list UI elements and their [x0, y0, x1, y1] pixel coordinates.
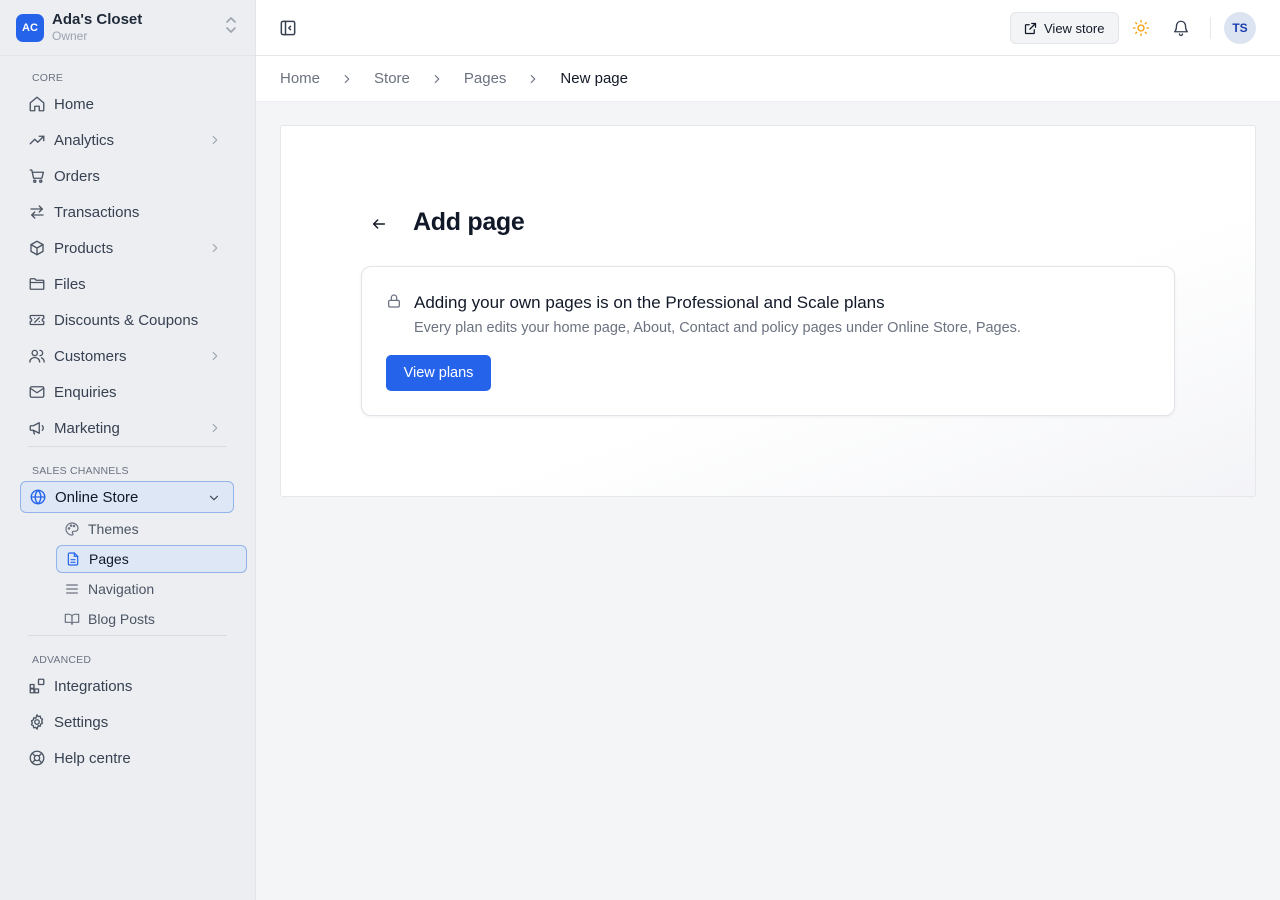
sidebar-item-label: Online Store: [55, 488, 139, 506]
sun-icon[interactable]: [1132, 19, 1150, 37]
chevron-right-icon: [430, 72, 444, 86]
sidebar-item-label: Enquiries: [54, 383, 117, 401]
section-label-sales-channels: SALES CHANNELS: [32, 465, 129, 477]
sidebar-item-discounts[interactable]: Discounts & Coupons: [20, 304, 234, 336]
sidebar-item-label: Discounts & Coupons: [54, 311, 199, 329]
section-label-advanced: ADVANCED: [32, 654, 92, 666]
sidebar-item-label: Products: [54, 239, 114, 257]
topbar-divider: [1210, 17, 1211, 39]
book-open-icon: [64, 611, 80, 627]
sidebar-item-label: Home: [54, 95, 95, 113]
breadcrumb-pages[interactable]: Pages: [464, 70, 507, 87]
store-role: Owner: [52, 29, 88, 44]
mail-icon: [28, 383, 46, 401]
folder-icon: [28, 275, 46, 293]
bell-icon[interactable]: [1172, 19, 1190, 37]
sidebar-item-label: Integrations: [54, 677, 133, 695]
chevron-down-icon: [207, 491, 221, 505]
lock-icon: [386, 293, 402, 309]
topbar: View store TS: [256, 0, 1280, 56]
sidebar-item-online-store[interactable]: Online Store: [20, 481, 234, 513]
sidebar-item-label: Transactions: [54, 203, 140, 221]
sidebar-subitem-blog-posts[interactable]: Blog Posts: [56, 605, 247, 633]
sidebar-item-label: Files: [54, 275, 86, 293]
sidebar-divider: [28, 446, 227, 447]
globe-icon: [29, 488, 47, 506]
sidebar-divider: [28, 635, 227, 636]
sidebar-subitem-label: Themes: [88, 521, 139, 537]
sidebar-item-label: Customers: [54, 347, 127, 365]
arrows-left-right-icon: [28, 203, 46, 221]
sidebar-subitem-themes[interactable]: Themes: [56, 515, 247, 543]
main-panel: Add page Adding your own pages is on the…: [280, 125, 1256, 497]
trending-up-icon: [28, 131, 46, 149]
sidebar-item-label: Analytics: [54, 131, 115, 149]
chevron-right-icon: [208, 241, 222, 255]
file-text-icon: [65, 551, 81, 567]
chevron-right-icon: [340, 72, 354, 86]
arrow-left-icon[interactable]: [371, 216, 387, 232]
breadcrumb: Home Store Pages New page: [256, 56, 1280, 102]
upsell-title: Adding your own pages is on the Professi…: [414, 293, 885, 312]
external-link-icon: [1023, 21, 1044, 36]
sidebar-toggle-icon[interactable]: [278, 18, 298, 38]
chevron-right-icon: [208, 349, 222, 363]
palette-icon: [64, 521, 80, 537]
gear-icon: [28, 713, 46, 731]
upsell-description: Every plan edits your home page, About, …: [414, 320, 1021, 336]
sidebar-item-help-centre[interactable]: Help centre: [20, 742, 234, 774]
sidebar-item-transactions[interactable]: Transactions: [20, 196, 234, 228]
blocks-icon: [28, 677, 46, 695]
sidebar-item-customers[interactable]: Customers: [20, 340, 234, 372]
home-icon: [28, 95, 46, 113]
sidebar-item-analytics[interactable]: Analytics: [20, 124, 234, 156]
users-icon: [28, 347, 46, 365]
sidebar: AC Ada's Closet Owner CORE Home Analytic…: [0, 0, 256, 900]
view-store-button[interactable]: View store: [1010, 12, 1119, 44]
breadcrumb-home[interactable]: Home: [280, 70, 320, 87]
megaphone-icon: [28, 419, 46, 437]
sidebar-item-label: Help centre: [54, 749, 131, 767]
sidebar-item-marketing[interactable]: Marketing: [20, 412, 234, 444]
cart-icon: [28, 167, 46, 185]
sidebar-item-label: Orders: [54, 167, 100, 185]
sidebar-item-products[interactable]: Products: [20, 232, 234, 264]
life-buoy-icon: [28, 749, 46, 767]
chevron-right-icon: [208, 133, 222, 147]
ticket-icon: [28, 311, 46, 329]
sidebar-item-orders[interactable]: Orders: [20, 160, 234, 192]
store-switcher[interactable]: AC Ada's Closet Owner: [0, 0, 255, 56]
chevron-right-icon: [526, 72, 540, 86]
sidebar-item-files[interactable]: Files: [20, 268, 234, 300]
view-store-label: View store: [1044, 20, 1105, 36]
page-title: Add page: [413, 208, 525, 236]
sidebar-item-settings[interactable]: Settings: [20, 706, 234, 738]
section-label-core: CORE: [32, 72, 64, 84]
sidebar-subitem-label: Blog Posts: [88, 611, 155, 627]
sidebar-item-integrations[interactable]: Integrations: [20, 670, 234, 702]
plan-upsell-card: Adding your own pages is on the Professi…: [361, 266, 1175, 416]
breadcrumb-current: New page: [560, 70, 628, 87]
sidebar-item-enquiries[interactable]: Enquiries: [20, 376, 234, 408]
chevron-right-icon: [208, 421, 222, 435]
sidebar-subitem-pages[interactable]: Pages: [56, 545, 247, 573]
view-plans-button[interactable]: View plans: [386, 355, 491, 391]
user-avatar[interactable]: TS: [1224, 12, 1256, 44]
box-icon: [28, 239, 46, 257]
store-name: Ada's Closet: [52, 10, 143, 28]
sidebar-subitem-label: Pages: [89, 551, 129, 567]
breadcrumb-store[interactable]: Store: [374, 70, 410, 87]
sidebar-item-label: Settings: [54, 713, 109, 731]
store-avatar: AC: [16, 13, 44, 42]
sidebar-item-label: Marketing: [54, 419, 120, 437]
menu-lines-icon: [64, 581, 80, 597]
sidebar-subitem-navigation[interactable]: Navigation: [56, 575, 247, 603]
chevron-up-down-icon: [225, 16, 237, 34]
sidebar-subitem-label: Navigation: [88, 581, 155, 597]
sidebar-item-home[interactable]: Home: [20, 88, 234, 120]
